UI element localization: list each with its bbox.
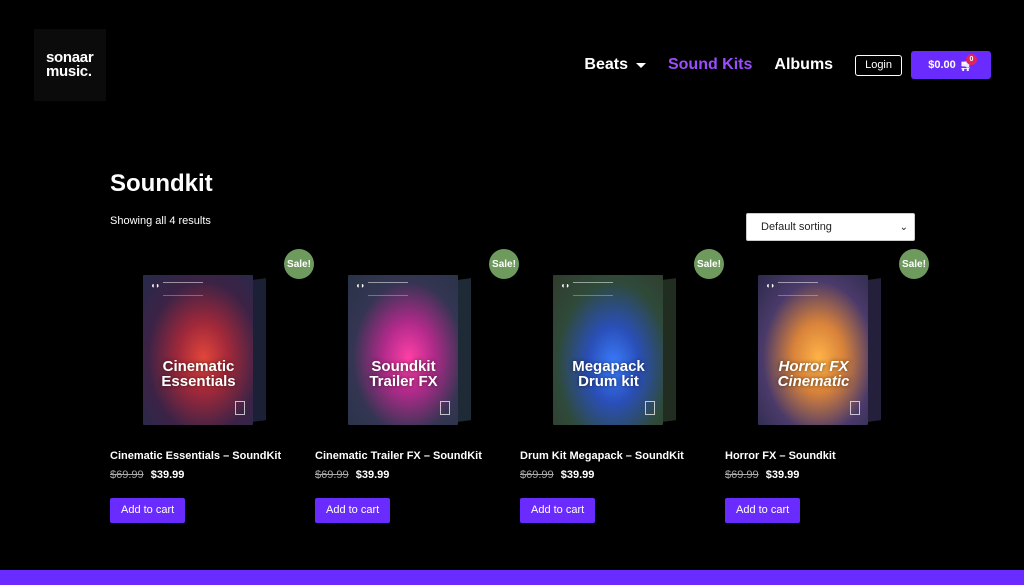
original-price: $69.99: [725, 469, 759, 481]
product-title[interactable]: Drum Kit Megapack – SoundKit: [520, 450, 710, 462]
product-image[interactable]: ◖◗ Horror FX Cinematic Sale!: [725, 248, 929, 438]
logo-line-2: music.: [46, 63, 92, 80]
sale-badge: Sale!: [899, 249, 929, 279]
cart-count-badge: 0: [966, 54, 977, 65]
result-count: Showing all 4 results: [110, 215, 211, 227]
brand-mark-icon: ◖◗: [765, 281, 776, 290]
brand-mark-icon: ◖◗: [150, 281, 161, 290]
sale-price: $39.99: [355, 469, 390, 481]
chevron-down-icon: [635, 62, 646, 68]
product-price: $69.99 $39.99: [315, 469, 505, 481]
add-to-cart-button[interactable]: Add to cart: [725, 498, 801, 523]
login-button[interactable]: Login: [855, 54, 902, 76]
box-tag-icon: [234, 401, 245, 415]
add-to-cart-button[interactable]: Add to cart: [315, 498, 391, 523]
cart-button[interactable]: $0.00 🛒︎ 0: [911, 51, 991, 79]
box-tag-icon: [644, 401, 655, 415]
footer-bar: [0, 570, 1024, 585]
product-title[interactable]: Horror FX – Soundkit: [725, 450, 915, 462]
box-side: [457, 278, 471, 422]
cover-title: Megapack Drum kit: [572, 358, 645, 390]
product-card: ◖◗ Megapack Drum kit Sale! Drum Kit Mega…: [520, 248, 724, 523]
nav-item-beats[interactable]: Beats: [584, 56, 646, 74]
box-front: ◖◗ Horror FX Cinematic: [757, 275, 868, 425]
cover-title: Soundkit Trailer FX: [369, 358, 438, 390]
nav-item-label: Beats: [584, 56, 628, 73]
box-front: ◖◗ Soundkit Trailer FX: [347, 275, 458, 425]
product-card: ◖◗ Cinematic Essentials Sale! Cinematic …: [110, 248, 314, 523]
add-to-cart-button[interactable]: Add to cart: [110, 498, 186, 523]
nav-item-albums[interactable]: Albums: [774, 56, 833, 74]
cart-total: $0.00: [928, 59, 956, 71]
box-front: ◖◗ Cinematic Essentials: [142, 275, 253, 425]
product-title[interactable]: Cinematic Trailer FX – SoundKit: [315, 450, 505, 462]
box-side: [867, 278, 881, 422]
nav-item-label: Sound Kits: [667, 56, 753, 73]
box-label-lines: [162, 282, 203, 296]
site-logo[interactable]: sonaar music.: [34, 29, 106, 101]
original-price: $69.99: [520, 469, 554, 481]
sorting-selected-value: Default sorting: [761, 221, 832, 233]
product-card: ◖◗ Horror FX Cinematic Sale! Horror FX –…: [725, 248, 929, 523]
product-box-art: ◖◗ Soundkit Trailer FX: [347, 275, 473, 425]
page-title: Soundkit: [110, 170, 213, 197]
sale-badge: Sale!: [284, 249, 314, 279]
add-to-cart-button[interactable]: Add to cart: [520, 498, 596, 523]
sale-badge: Sale!: [489, 249, 519, 279]
brand-mark-icon: ◖◗: [355, 281, 366, 290]
product-image[interactable]: ◖◗ Cinematic Essentials Sale!: [110, 248, 314, 438]
box-front: ◖◗ Megapack Drum kit: [552, 275, 663, 425]
cover-title: Cinematic Essentials: [161, 358, 236, 390]
box-side: [252, 278, 266, 422]
box-tag-icon: [849, 401, 860, 415]
product-image[interactable]: ◖◗ Megapack Drum kit Sale!: [520, 248, 724, 438]
box-label-lines: [777, 282, 818, 296]
box-label-lines: [572, 282, 613, 296]
product-box-art: ◖◗ Cinematic Essentials: [142, 275, 268, 425]
product-price: $69.99 $39.99: [725, 469, 915, 481]
product-box-art: ◖◗ Horror FX Cinematic: [757, 275, 883, 425]
original-price: $69.99: [315, 469, 349, 481]
product-card: ◖◗ Soundkit Trailer FX Sale! Cinematic T…: [315, 248, 519, 523]
chevron-down-icon: ⌄: [899, 221, 908, 233]
sale-price: $39.99: [560, 469, 595, 481]
sale-price: $39.99: [150, 469, 185, 481]
product-price: $69.99 $39.99: [520, 469, 710, 481]
sorting-select[interactable]: Default sorting ⌄: [746, 213, 915, 241]
main-navigation: Beats Sound Kits Albums Login $0.00 🛒︎ 0: [584, 51, 991, 79]
brand-mark-icon: ◖◗: [560, 281, 571, 290]
original-price: $69.99: [110, 469, 144, 481]
product-grid: ◖◗ Cinematic Essentials Sale! Cinematic …: [110, 248, 930, 523]
sale-price: $39.99: [765, 469, 800, 481]
product-price: $69.99 $39.99: [110, 469, 300, 481]
cover-title: Horror FX Cinematic: [777, 358, 850, 390]
box-tag-icon: [439, 401, 450, 415]
sale-badge: Sale!: [694, 249, 724, 279]
box-side: [662, 278, 676, 422]
product-image[interactable]: ◖◗ Soundkit Trailer FX Sale!: [315, 248, 519, 438]
product-box-art: ◖◗ Megapack Drum kit: [552, 275, 678, 425]
nav-item-label: Albums: [774, 56, 834, 73]
box-label-lines: [367, 282, 408, 296]
product-title[interactable]: Cinematic Essentials – SoundKit: [110, 450, 300, 462]
nav-item-sound-kits[interactable]: Sound Kits: [668, 56, 752, 74]
